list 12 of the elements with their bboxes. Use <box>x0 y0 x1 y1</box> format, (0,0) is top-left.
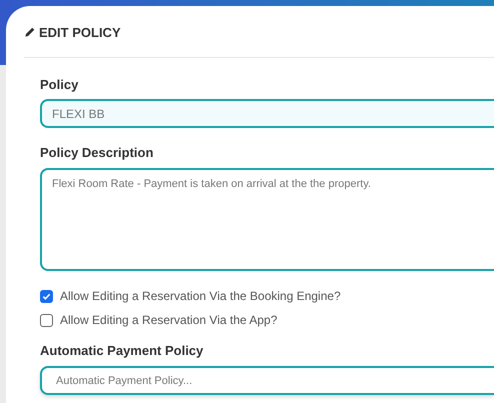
field-label: Policy <box>40 76 80 94</box>
card-title: EDIT POLICY <box>39 24 121 42</box>
description-textarea[interactable]: Flexi Room Rate - Payment is taken on arrival at the the property. <box>40 168 494 271</box>
field-label: Automatic Payment Policy <box>40 342 204 360</box>
field-label: Policy Description <box>40 144 154 162</box>
checkbox-label: Allow Editing a Reservation Via the Booking Engine? <box>60 288 341 305</box>
policy-input[interactable]: FLEXI BB <box>40 99 494 128</box>
checkbox-label: Allow Editing a Reservation Via the App? <box>60 312 278 329</box>
checkbox[interactable] <box>40 290 53 302</box>
pencil-icon <box>24 27 35 38</box>
checkbox[interactable] <box>40 314 53 326</box>
payment-policy-field[interactable]: Automatic Payment Policy... <box>40 366 494 395</box>
